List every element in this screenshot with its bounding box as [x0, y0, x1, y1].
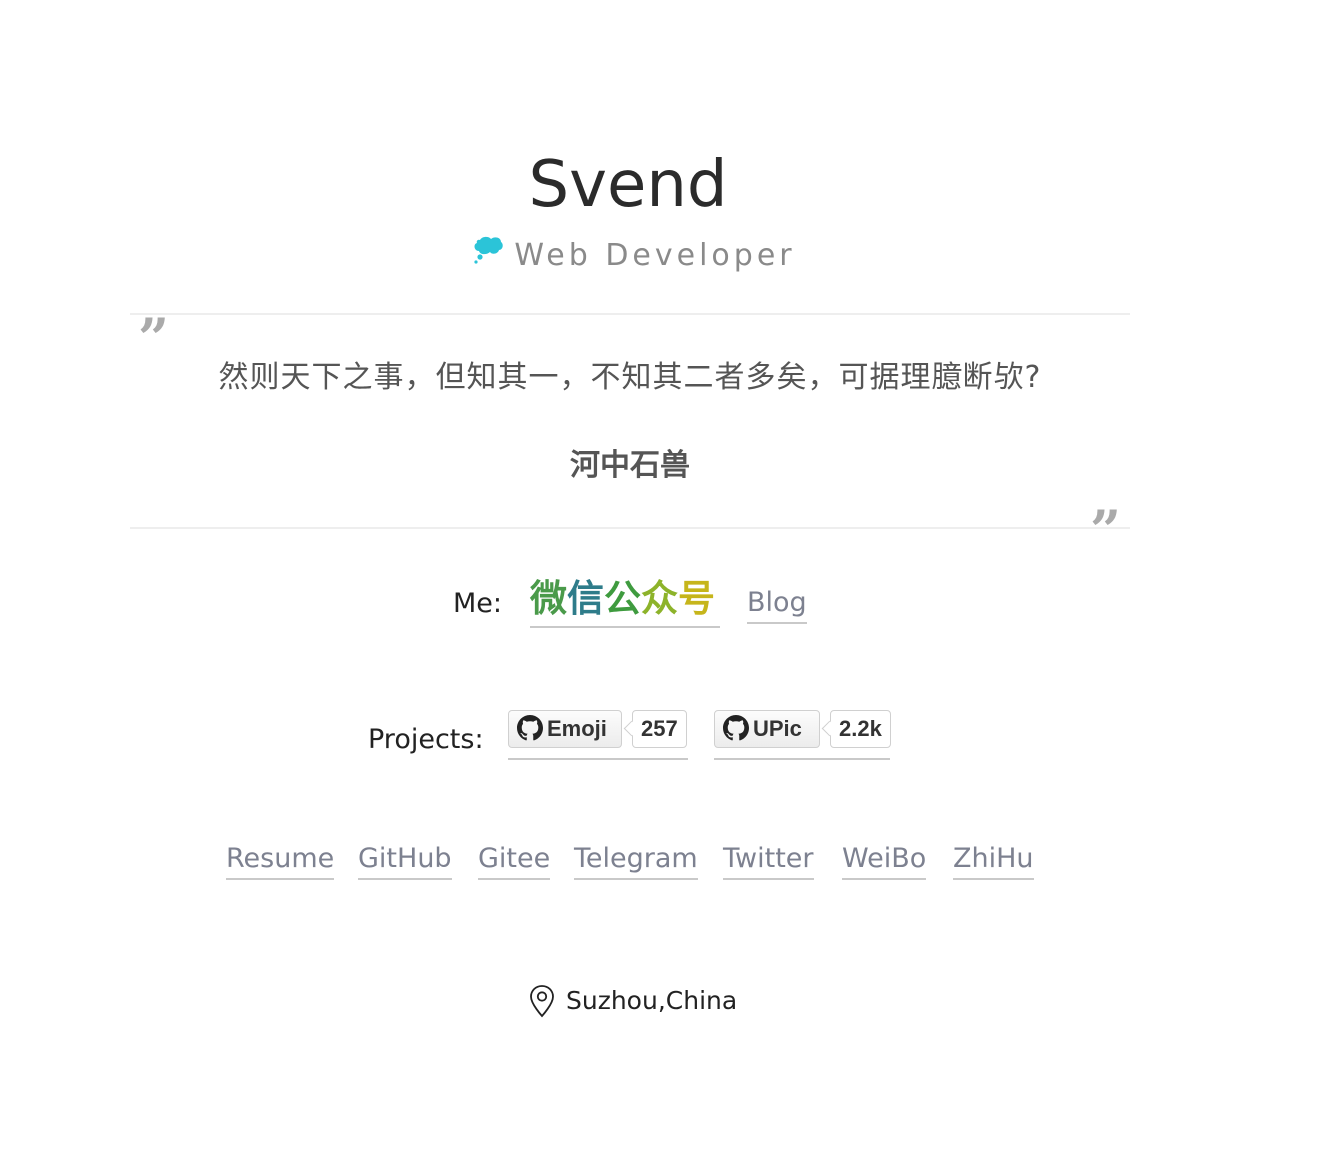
subtitle: Web Developer — [0, 236, 1268, 277]
link-resume[interactable]: Resume — [226, 840, 335, 880]
project-upic-button[interactable]: UPic 2.2k — [714, 710, 891, 760]
link-weibo[interactable]: WeiBo — [842, 840, 927, 880]
open-quote-icon: ” — [138, 311, 169, 341]
project-emoji-button[interactable]: Emoji 257 — [508, 710, 688, 760]
map-pin-icon — [530, 985, 554, 1018]
github-star-button[interactable]: UPic — [714, 710, 820, 748]
wechat-char: 公 — [604, 577, 641, 620]
subtitle-text: Web Developer — [514, 238, 796, 273]
project-name: UPic — [753, 716, 802, 741]
social-links: Resume GitHub Gitee Telegram Twitter Wei… — [0, 840, 1336, 884]
projects-label: Projects: — [368, 724, 484, 755]
link-telegram[interactable]: Telegram — [574, 840, 698, 880]
project-name: Emoji — [547, 716, 607, 741]
quote-bottom-divider — [130, 527, 1130, 529]
link-gitee[interactable]: Gitee — [478, 840, 551, 880]
wechat-char: 众 — [641, 577, 678, 620]
github-icon — [723, 715, 749, 741]
thought-bubble-icon — [472, 236, 504, 277]
link-twitter[interactable]: Twitter — [723, 840, 814, 880]
location-text: Suzhou,China — [566, 986, 738, 1015]
link-github[interactable]: GitHub — [358, 840, 452, 880]
wechat-char: 微 — [530, 577, 567, 620]
quote-text: 然则天下之事，但知其一，不知其二者多矣，可据理臆断欤? — [218, 360, 1042, 395]
quote-top-divider — [130, 313, 1130, 315]
blog-link[interactable]: Blog — [747, 584, 807, 624]
github-star-button[interactable]: Emoji — [508, 710, 622, 748]
page: Svend Web Developer ” 然则天下之事，但知其一，不知其二者多… — [0, 0, 1336, 1158]
wechat-char: 信 — [567, 577, 604, 620]
wechat-char: 号 — [678, 577, 715, 620]
me-label: Me: — [453, 588, 503, 619]
star-count[interactable]: 2.2k — [830, 710, 891, 748]
wechat-link[interactable]: 微信公众号 — [530, 574, 720, 628]
star-count[interactable]: 257 — [632, 710, 687, 748]
author-name: Svend — [528, 148, 728, 222]
link-zhihu[interactable]: ZhiHu — [953, 840, 1034, 880]
github-icon — [517, 715, 543, 741]
quote-author: 河中石兽 — [570, 448, 690, 483]
